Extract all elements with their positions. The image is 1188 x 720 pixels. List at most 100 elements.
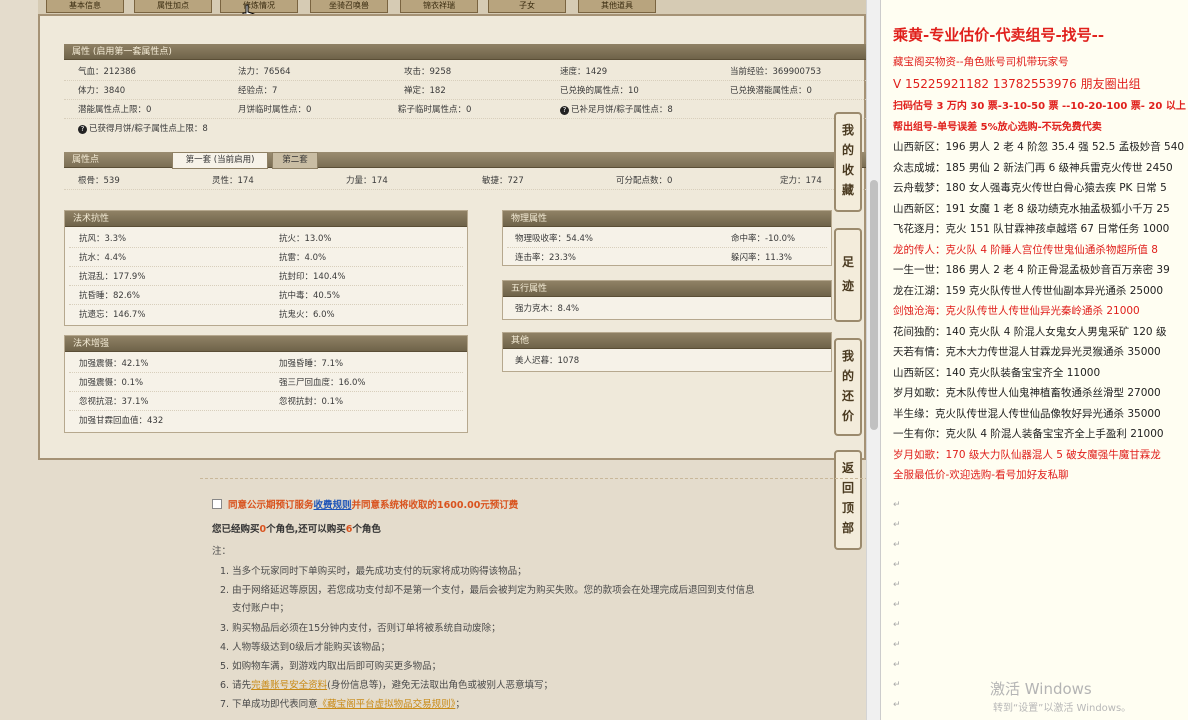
- tab-other-items[interactable]: 其他道具: [578, 0, 656, 13]
- note-label: 注：: [212, 546, 232, 557]
- resist-ghostfire: 抗鬼火：6.0%: [279, 310, 335, 320]
- agree-checkbox[interactable]: [212, 499, 222, 509]
- attr-mp: 法力：76564: [238, 67, 291, 77]
- resist-chaos: 抗混乱：177.9%: [79, 272, 146, 282]
- resist-forget: 抗遗忘：146.7%: [79, 310, 146, 320]
- attr-points-row: 根骨：539 灵性：174 力量：174 敏捷：727 可分配点数：0 定力：1…: [64, 171, 868, 190]
- attr-exchanged: 已兑换的属性点：10: [560, 86, 639, 96]
- footprint-button[interactable]: 足迹: [834, 228, 862, 322]
- physical-absorb: 物理吸收率：54.4%: [515, 234, 594, 244]
- listing-line: 全服最低价-欢迎选购-看号加好友私聊: [893, 469, 1069, 481]
- other-attr-header: 其他: [503, 333, 831, 349]
- resist-water: 抗水：4.4%: [79, 253, 127, 263]
- resist-poison: 抗中毒：40.5%: [279, 291, 341, 301]
- tab-cultivation[interactable]: 修炼情况: [220, 0, 298, 13]
- attr-stamina: 体力：3840: [78, 86, 126, 96]
- tab-attr-set-2[interactable]: 第二套: [272, 152, 318, 169]
- listing-line: 一生有你：克火队 4 阶混人装备宝宝齐全上手盈利 21000: [893, 428, 1164, 440]
- listing-line: 剑蚀沧海：克火队传世人传世仙异光秦岭通杀 21000: [893, 305, 1140, 317]
- listing-line: 岁月如歌：170 级大力队仙器混人 5 破女魔强牛魔甘霖龙: [893, 448, 1161, 461]
- notice-item: 4. 人物等级达到0级后才能购买该物品；: [220, 642, 391, 653]
- agree-text: 同意公示期预订服务: [228, 500, 314, 511]
- tab-attributes[interactable]: 属性加点: [134, 0, 212, 13]
- attr-row: ? 已获得月饼/粽子属性点上限：8: [64, 119, 868, 138]
- attr-hp: 气血：212386: [78, 67, 136, 77]
- magic-enhance-box: 法术增强 加强震慑：42.1% 加强昏睡：7.1% 加强震慑：0.1% 强三尸回血度…: [64, 335, 468, 433]
- attr-agility: 敏捷：727: [482, 176, 524, 186]
- listing-line: 一生一世：186 男人 2 老 4 阶正骨混孟极妙音百万亲密 39: [893, 264, 1170, 276]
- attr-mooncake-temp: 月饼临时属性点：0: [238, 105, 312, 115]
- attr-row: 体力：3840 经验点：7 禅定：182 已兑换的属性点：10 已兑换潜能属性点…: [64, 81, 868, 100]
- trade-rules-link[interactable]: 《藏宝阁平台虚拟物品交易规则》: [318, 699, 456, 710]
- attr-obtained-limit: ? 已获得月饼/粽子属性点上限：8: [78, 122, 208, 134]
- listing-line: 飞花逐月：克火 151 队甘霖神孩卓越塔 67 日常任务 1000: [893, 223, 1170, 235]
- notice-item: 5. 如购物车满，到游戏内取出后即可购买更多物品；: [220, 661, 442, 672]
- tab-attr-set-1[interactable]: 第一套 (当前启用): [172, 152, 268, 169]
- enhance-item: 加强昏睡：7.1%: [279, 359, 344, 369]
- listing-line: 山西新区：140 克火队装备宝宝齐全 11000: [893, 366, 1101, 379]
- physical-hit: 命中率：-10.0%: [731, 234, 796, 244]
- listing-line: 龙在江湖：159 克火队传世人传世仙副本异光通杀 25000: [893, 284, 1164, 297]
- resist-fire: 抗火：13.0%: [279, 234, 332, 244]
- character-detail-panel: 属性 (启用第一套属性点) 气血：212386 法力：76564 攻击：9258…: [38, 14, 868, 460]
- agree-row: 同意公示期预订服务收费规则并同意系统将收取的1600.00元预订费: [212, 497, 518, 511]
- doc-line: 扫码估号 3 万内 30 票-3-10-50 票 --10-20-100 票- …: [893, 101, 1186, 112]
- listing-line: 山西新区：196 男人 2 老 4 阶忽 35.4 强 52.5 孟极妙音 54…: [893, 141, 1185, 153]
- activation-watermark-sub: 转到“设置”以激活 Windows。: [993, 703, 1132, 714]
- tab-outfits[interactable]: 锦衣祥瑞: [400, 0, 478, 13]
- five-elements-header: 五行属性: [503, 281, 831, 297]
- agree-text-2: 并同意系统将收取的1600.00元预订费: [351, 500, 519, 511]
- scrollbar-thumb[interactable]: [870, 180, 878, 430]
- attr-row: 潜能属性点上限：0 月饼临时属性点：0 粽子临时属性点：0 ? 已补足月饼/粽子属…: [64, 100, 868, 119]
- listing-line: 花间独酌：140 克火队 4 阶混人女鬼女人男鬼采矿 120 级: [893, 325, 1167, 338]
- physical-dodge: 躲闪率：11.3%: [731, 253, 793, 263]
- notice-item: 6. 请先完善账号安全资料(身份信息等)，避免无法取出角色或被别人恶意填写；: [220, 680, 554, 691]
- security-info-link[interactable]: 完善账号安全资料: [251, 680, 327, 691]
- ad-document: 乘黄-专业估价-代卖组号-找号-- 藏宝阁买物资--角色账号司机带玩家号 V 1…: [880, 0, 1188, 720]
- doc-title: 乘黄-专业估价-代卖组号-找号--: [893, 26, 1105, 44]
- listing-line: 天若有情：克木大力传世混人甘霖龙异光灵猴通杀 35000: [893, 346, 1161, 358]
- resist-sleep: 抗昏睡：82.6%: [79, 291, 141, 301]
- five-elements-value: 强力克木：8.4%: [515, 304, 580, 314]
- notice-item: 1. 当多个玩家同时下单购买时，最先成功支付的玩家将成功购得该物品；: [220, 566, 527, 577]
- attr-potential-limit: 潜能属性点上限：0: [78, 105, 152, 115]
- physical-combo: 连击率：23.3%: [515, 253, 577, 263]
- attr-section-header: 属性 (启用第一套属性点): [64, 44, 868, 60]
- attr-exchanged-potential: 已兑换潜能属性点：0: [730, 86, 812, 96]
- purchase-count: 您已经购买0个角色,还可以购买6个角色: [212, 524, 381, 535]
- attr-meditation: 禅定：182: [404, 86, 446, 96]
- listing-line: 山西新区：191 女魔 1 老 8 级功绩克水抽孟极狐小千万 25: [893, 202, 1170, 215]
- my-favorites-button[interactable]: 我的收藏: [834, 112, 862, 212]
- enhance-item: 加强震慑：42.1%: [79, 359, 149, 369]
- attr-attack: 攻击：9258: [404, 67, 452, 77]
- listing-line: 云舟载梦：180 女人强毒克火传世白骨心猿去疾 PK 日常 5: [893, 182, 1167, 194]
- help-icon: ?: [560, 106, 569, 115]
- tab-basic-info[interactable]: 基本信息: [46, 0, 124, 13]
- attr-zongzi-temp: 粽子临时属性点：0: [398, 105, 472, 115]
- help-icon: ?: [78, 125, 87, 134]
- magic-resistance-header: 法术抗性: [65, 211, 467, 227]
- five-elements-box: 五行属性 强力克木：8.4%: [502, 280, 832, 320]
- notice-item: 3. 购买物品后必须在15分钟内支付，否则订单将被系统自动废除；: [220, 623, 501, 634]
- doc-contact: V 15225921182 13782553976 朋友圈出组: [893, 77, 1141, 91]
- my-counteroffer-button[interactable]: 我的还价: [834, 338, 862, 436]
- attr-row: 气血：212386 法力：76564 攻击：9258 速度：1429 当前经验：…: [64, 62, 868, 81]
- tab-children[interactable]: 子女: [488, 0, 566, 13]
- other-attr-box: 其他 美人迟暮：1078: [502, 332, 832, 372]
- magic-resistance-box: 法术抗性 抗风：3.3% 抗火：13.0% 抗水：4.4% 抗雷：4.0% 抗混乱：…: [64, 210, 468, 326]
- attr-free-points: 可分配点数：0: [616, 176, 673, 186]
- activation-watermark: 激活 Windows: [990, 680, 1092, 698]
- physical-attr-header: 物理属性: [503, 211, 831, 227]
- attr-endurance: 定力：174: [780, 176, 822, 186]
- fee-rules-link[interactable]: 收费规则: [314, 500, 352, 511]
- enhance-item: 忽视抗混：37.1%: [79, 397, 149, 407]
- attr-exp-points: 经验点：7: [238, 86, 278, 96]
- page-scrollbar[interactable]: [866, 0, 880, 720]
- attr-spirit: 灵性：174: [212, 176, 254, 186]
- tab-mounts-pets[interactable]: 坐骑召唤兽: [310, 0, 388, 13]
- listing-line: 众志成城：185 男仙 2 新法门再 6 级神兵雷克火传世 2450: [893, 161, 1173, 174]
- enhance-item: 加强震慑：0.1%: [79, 378, 144, 388]
- enhance-item: 加强甘霖回血值：432: [79, 416, 164, 426]
- purchase-notice: 同意公示期预订服务收费规则并同意系统将收取的1600.00元预订费 您已经购买0…: [200, 478, 868, 720]
- other-attr-value: 美人迟暮：1078: [515, 356, 580, 366]
